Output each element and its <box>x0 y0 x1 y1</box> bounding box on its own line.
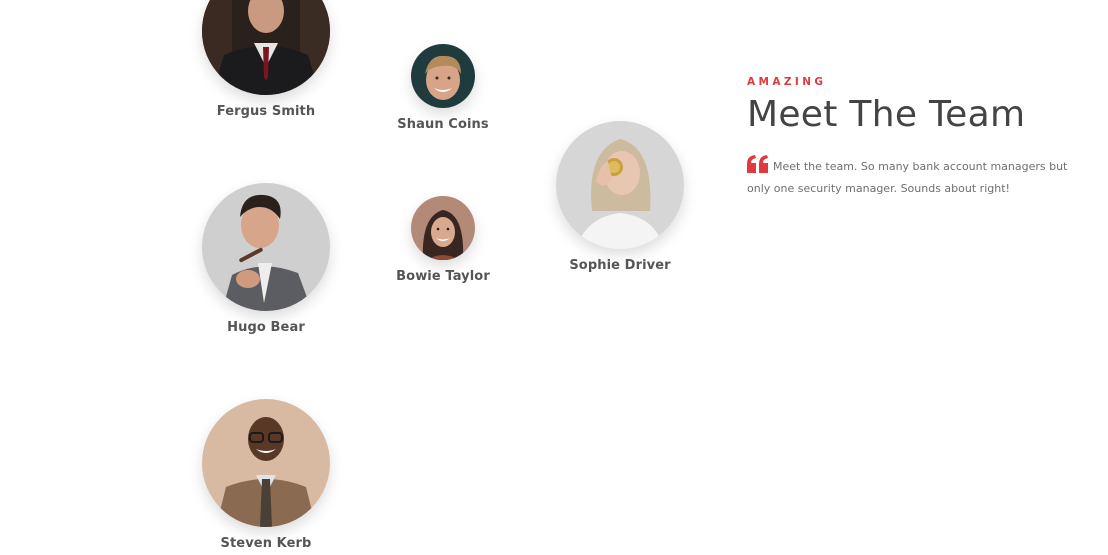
team-member-hugo-bear[interactable]: Hugo Bear <box>202 183 330 335</box>
avatar[interactable] <box>202 183 330 311</box>
avatar-photo <box>202 399 330 527</box>
avatar-photo <box>556 121 684 249</box>
section-title: Meet The Team <box>747 94 1026 135</box>
member-name: Bowie Taylor <box>396 269 490 284</box>
member-name: Hugo Bear <box>227 320 305 335</box>
avatar-photo <box>202 183 330 311</box>
team-member-sophie-driver[interactable]: Sophie Driver <box>556 121 684 273</box>
member-name: Fergus Smith <box>216 104 316 119</box>
team-member-bowie-taylor[interactable]: Bowie Taylor <box>395 196 491 284</box>
quote-icon <box>747 155 769 173</box>
team-intro: AMAZING Meet The Team Meet the team. So … <box>747 76 1077 200</box>
team-member-steven-kerb[interactable]: Steven Kerb <box>202 399 330 551</box>
team-member-fergus-smith[interactable]: Fergus Smith <box>202 0 330 119</box>
intro-text: Meet the team. So many bank account mana… <box>747 160 1068 195</box>
member-name: Steven Kerb <box>220 536 312 551</box>
team-member-shaun-coins[interactable]: Shaun Coins <box>397 44 489 132</box>
avatar-photo <box>411 44 475 108</box>
avatar-photo <box>202 0 330 95</box>
intro-quote: Meet the team. So many bank account mana… <box>747 155 1077 200</box>
team-section: Fergus Smith Shaun Coins Hugo Bear Bowie… <box>0 0 1108 555</box>
member-name: Sophie Driver <box>569 258 671 273</box>
avatar[interactable] <box>202 0 330 95</box>
section-eyebrow: AMAZING <box>747 76 827 88</box>
avatar[interactable] <box>411 196 475 260</box>
avatar[interactable] <box>202 399 330 527</box>
avatar[interactable] <box>411 44 475 108</box>
avatar[interactable] <box>556 121 684 249</box>
member-name: Shaun Coins <box>397 117 489 132</box>
avatar-photo <box>411 196 475 260</box>
